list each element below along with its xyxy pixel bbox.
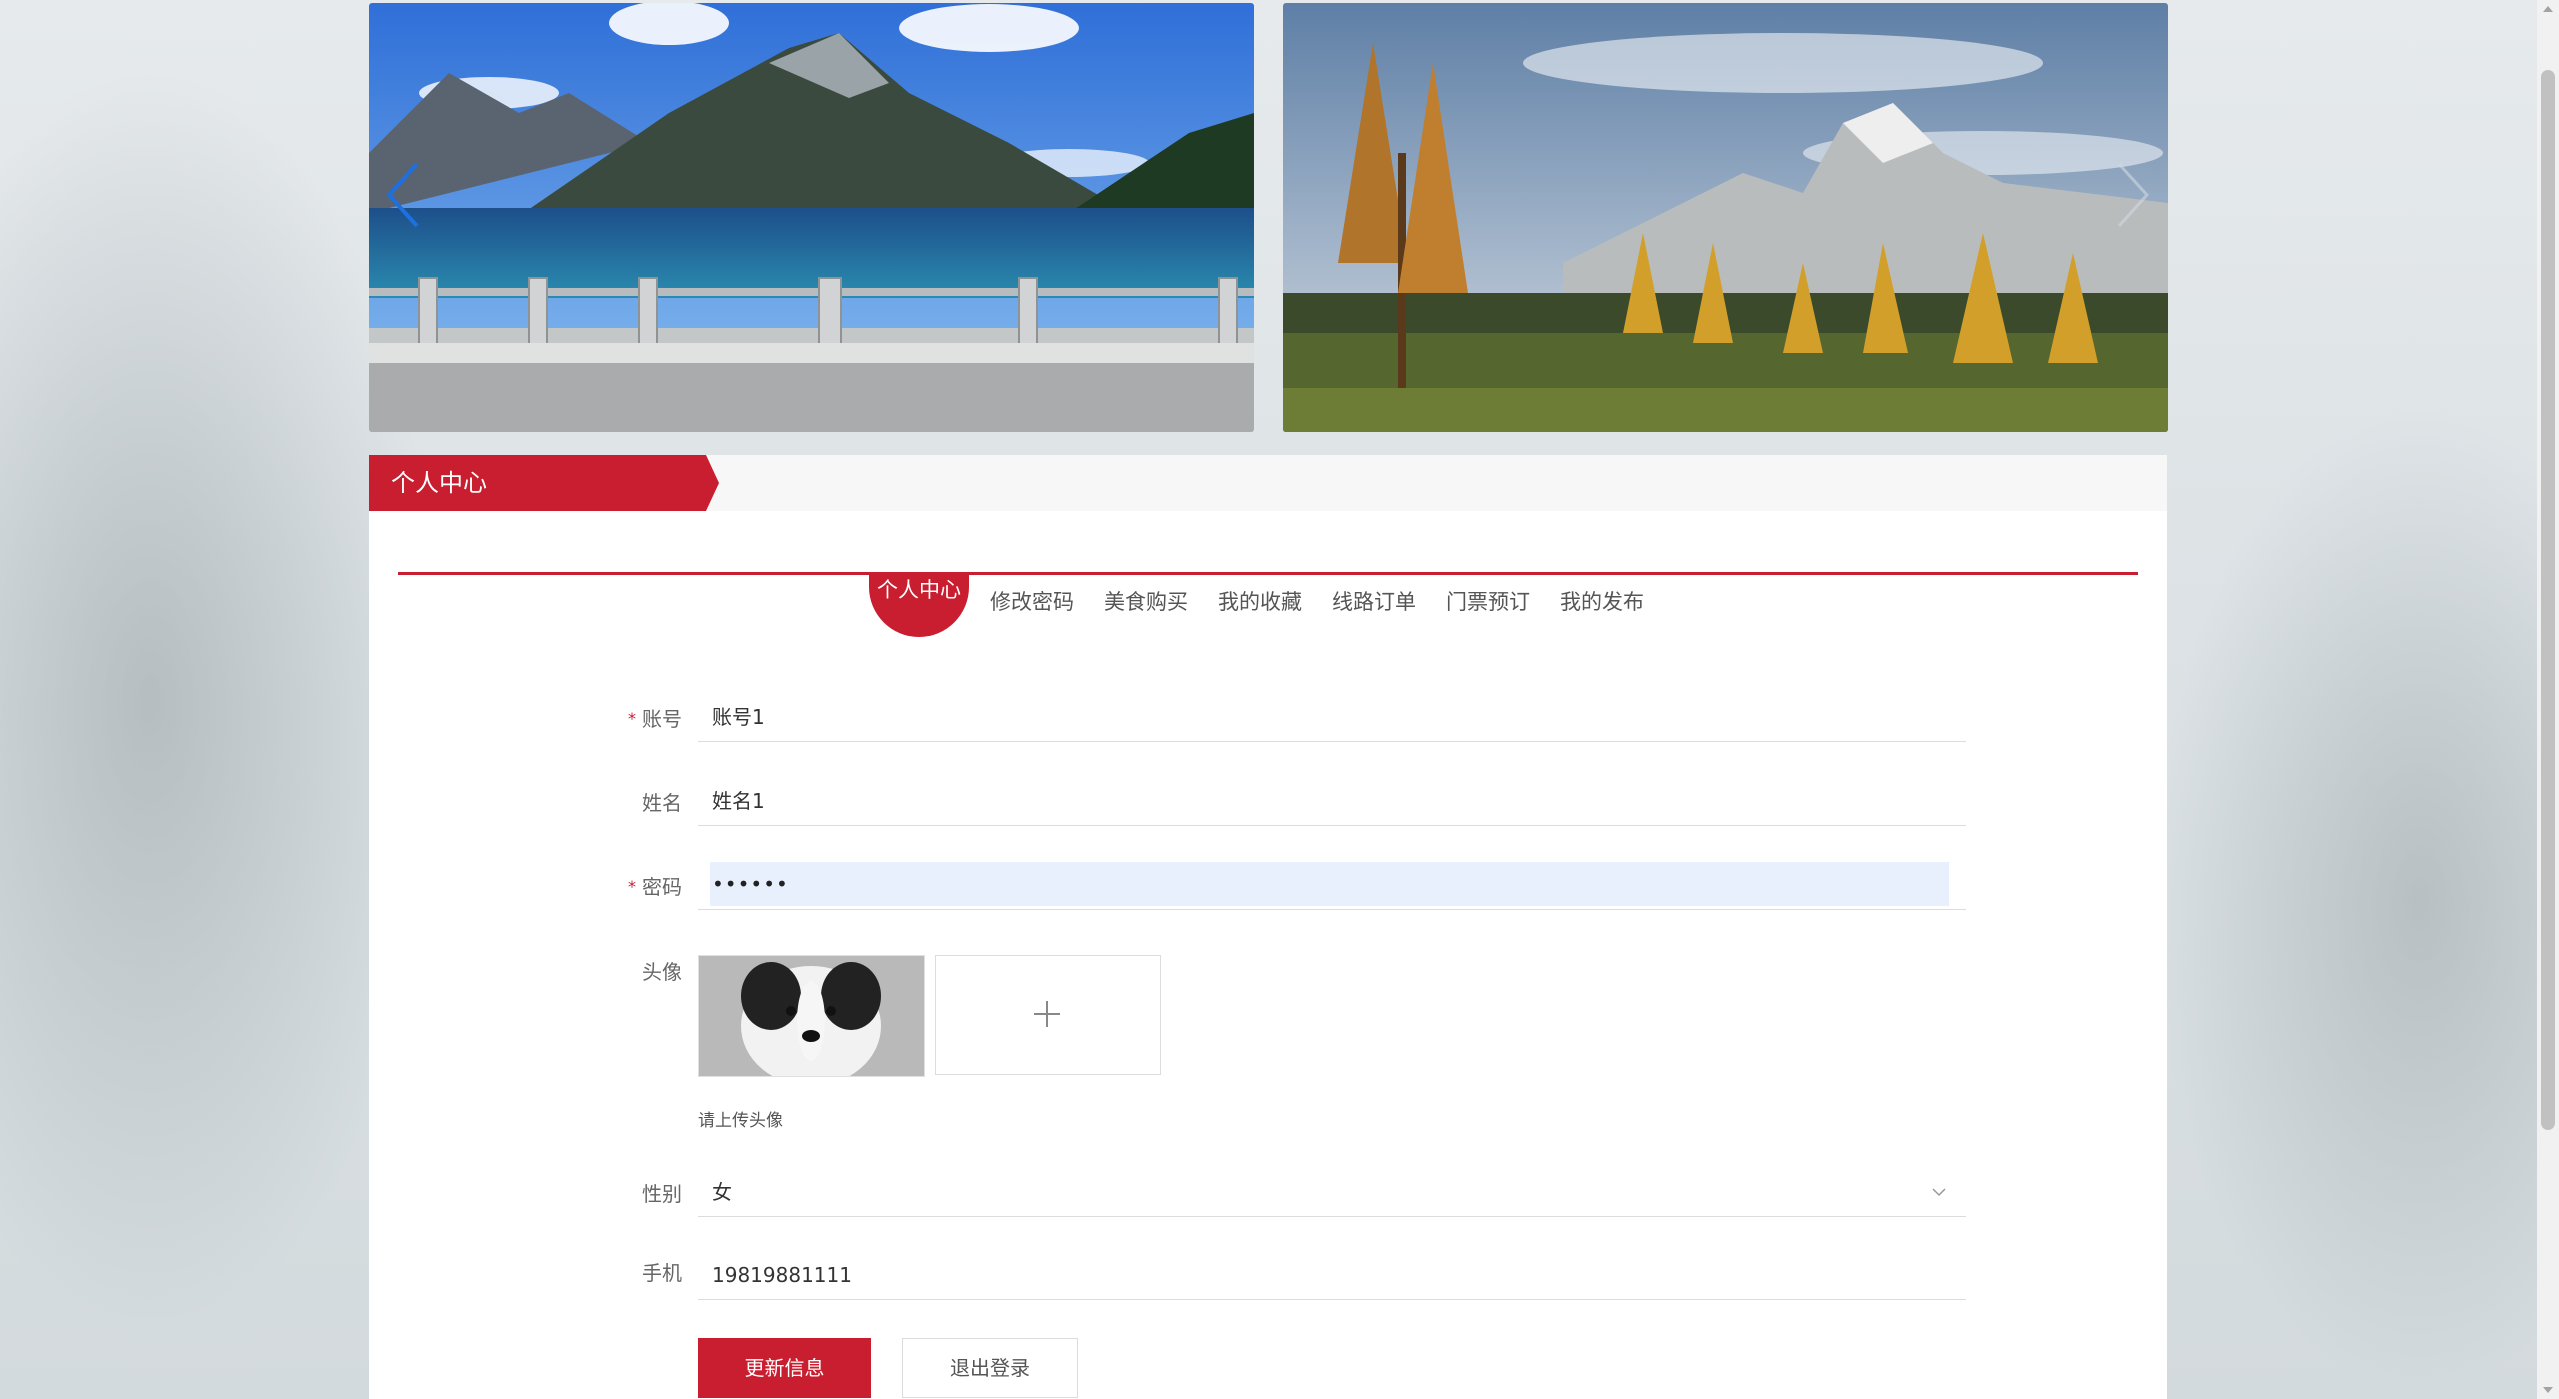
gender-label: 性别 (642, 1182, 682, 1206)
gender-value: 女 (712, 1180, 732, 1204)
banner-carousel (369, 0, 2168, 434)
plus-icon (1034, 1001, 1060, 1027)
carousel-slide-lake (369, 3, 1254, 432)
phone-field[interactable]: 19819881111 (698, 1250, 1966, 1300)
scroll-up-icon[interactable] (2543, 6, 2553, 12)
account-field[interactable]: 账号1 (698, 692, 1966, 742)
chevron-left-icon (386, 162, 419, 228)
panel-title-tab: 个人中心 (369, 455, 719, 511)
update-info-button[interactable]: 更新信息 (698, 1338, 871, 1398)
password-label: * 密码 (628, 875, 682, 899)
page-scrollbar[interactable] (2537, 0, 2559, 1399)
avatar-preview[interactable] (698, 955, 925, 1077)
tab-food-purchase[interactable]: 美食购买 (1104, 573, 1188, 617)
tab-ticket-booking[interactable]: 门票预订 (1446, 573, 1530, 617)
tab-route-orders[interactable]: 线路订单 (1332, 573, 1416, 617)
name-field[interactable]: 姓名1 (698, 776, 1966, 826)
gender-select[interactable]: 女 (698, 1167, 1966, 1217)
dog-avatar-image (699, 956, 924, 1076)
tab-my-posts[interactable]: 我的发布 (1560, 573, 1644, 617)
password-field-wrap: •••••• (698, 860, 1966, 910)
tab-change-password[interactable]: 修改密码 (990, 573, 1074, 617)
carousel-slide-forest (1283, 3, 2168, 432)
panel-title: 个人中心 (391, 469, 487, 497)
tab-my-favorites[interactable]: 我的收藏 (1218, 573, 1302, 617)
personal-center-panel: 个人中心 个人中心 修改密码 美食购买 我的收藏 线路订单 门票预订 我的发布 … (369, 455, 2167, 1399)
avatar-label: 头像 (642, 960, 682, 984)
required-mark: * (628, 877, 636, 896)
avatar-upload-hint: 请上传头像 (698, 1111, 783, 1131)
phone-label: 手机 (642, 1261, 682, 1285)
scroll-down-icon[interactable] (2543, 1387, 2553, 1393)
avatar-upload-button[interactable] (935, 955, 1161, 1075)
chevron-right-icon (2117, 162, 2150, 228)
chevron-down-icon (1932, 1188, 1946, 1197)
account-label: * 账号 (628, 707, 682, 731)
required-mark: * (628, 709, 636, 728)
tab-personal-center[interactable]: 个人中心 (869, 573, 969, 637)
password-field[interactable]: •••••• (710, 862, 1949, 906)
autumn-forest-mountain-image (1283, 3, 2168, 432)
logout-button[interactable]: 退出登录 (902, 1338, 1078, 1398)
panel-header: 个人中心 (369, 455, 2167, 511)
name-label: 姓名 (642, 791, 682, 815)
carousel-next-button[interactable] (2113, 160, 2153, 230)
carousel-prev-button[interactable] (383, 160, 423, 230)
scroll-thumb[interactable] (2541, 70, 2555, 1130)
lake-mountain-image (369, 3, 1254, 432)
